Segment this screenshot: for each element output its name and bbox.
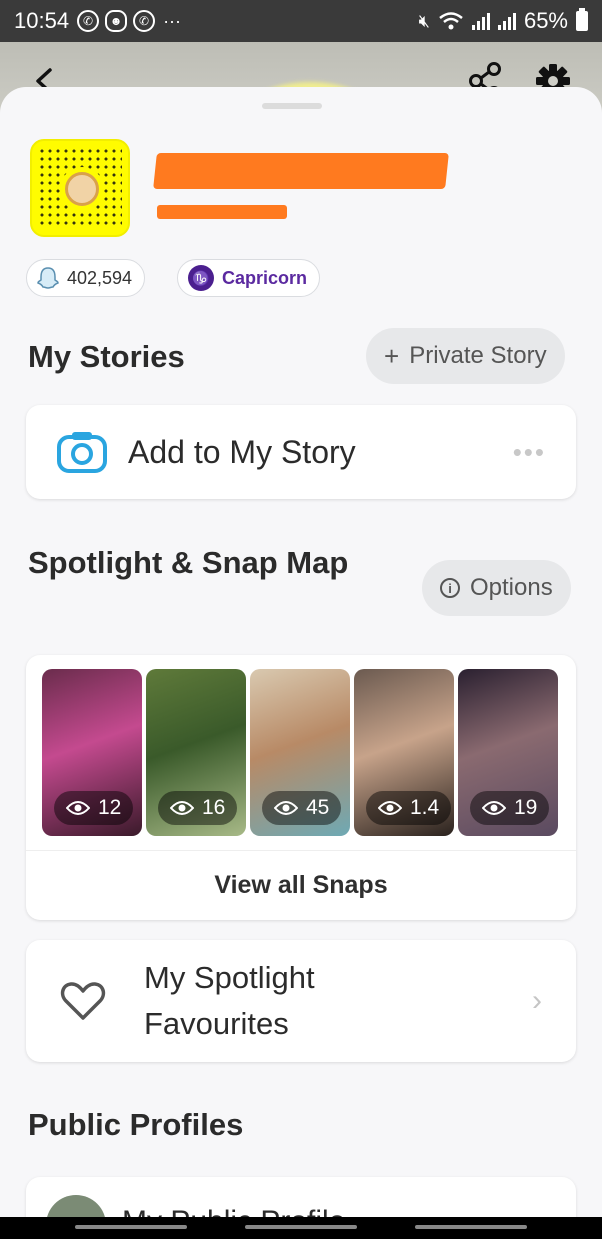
heart-icon <box>60 982 106 1020</box>
view-count-badge: 16 <box>158 791 238 825</box>
display-name-redacted <box>153 153 449 189</box>
eye-icon <box>274 801 298 815</box>
spotlight-thumbnail[interactable]: 45 <box>250 669 350 836</box>
drag-handle[interactable] <box>262 103 322 109</box>
view-count: 1.4 <box>410 796 440 819</box>
more-options-icon[interactable]: ••• <box>513 437 546 468</box>
battery-percent: 65% <box>523 8 568 33</box>
status-more-icon: ··· <box>163 10 182 31</box>
snapchat-icon: ☻ <box>105 10 128 32</box>
favourites-label-line2: Favourites <box>144 1006 289 1041</box>
system-nav-bar <box>0 1217 602 1239</box>
snap-score: 402,594 <box>67 267 133 288</box>
snap-score-pill[interactable]: 402,594 <box>26 259 146 297</box>
wifi-icon <box>439 12 463 30</box>
notification-icons: ✆ ☻ ✆ <box>77 10 156 32</box>
status-time: 10:54 <box>14 8 70 33</box>
eye-icon <box>170 801 194 815</box>
eye-icon <box>378 801 402 815</box>
nav-gesture-home[interactable] <box>245 1225 357 1229</box>
private-story-label: Private Story <box>409 342 547 369</box>
whatsapp-icon: ✆ <box>77 10 100 32</box>
my-stories-heading: My Stories <box>28 339 185 374</box>
capricorn-icon: ♑ <box>188 265 214 291</box>
add-to-my-story-button[interactable]: Add to My Story ••• <box>26 405 576 499</box>
view-count: 16 <box>202 796 226 819</box>
nav-gesture-left[interactable] <box>75 1225 187 1229</box>
zodiac-label: Capricorn <box>222 267 308 288</box>
status-bar: 10:54 ✆ ☻ ✆ ··· 🔇︎ 65% <box>0 0 602 42</box>
signal-icon <box>471 12 490 30</box>
spotlight-options-button[interactable]: i Options <box>422 560 571 616</box>
spotlight-thumbnail[interactable]: 1.4 <box>354 669 454 836</box>
private-story-button[interactable]: + Private Story <box>366 328 565 384</box>
public-profile-card[interactable]: My Public Profile <box>26 1177 576 1217</box>
mute-icon: 🔇︎ <box>418 10 430 31</box>
view-count: 12 <box>98 796 122 819</box>
view-count-badge: 12 <box>54 791 134 825</box>
options-label: Options <box>470 574 553 601</box>
public-profile-avatar <box>46 1195 106 1217</box>
add-to-my-story-label: Add to My Story <box>128 433 356 470</box>
whatsapp-icon: ✆ <box>133 10 156 32</box>
spotlight-favourites-button[interactable]: My Spotlight Favourites › <box>26 940 576 1062</box>
view-count-badge: 1.4 <box>366 791 452 825</box>
nav-gesture-right[interactable] <box>415 1225 527 1229</box>
view-all-snaps-button[interactable]: View all Snaps <box>26 850 576 920</box>
view-count: 19 <box>514 796 538 819</box>
favourites-label-line1: My Spotlight <box>144 959 315 995</box>
bitmoji-face <box>65 172 99 206</box>
ghost-icon <box>37 267 59 289</box>
camera-icon <box>57 432 107 473</box>
public-profiles-heading: Public Profiles <box>28 1107 244 1142</box>
view-count-badge: 19 <box>470 791 550 825</box>
spotlight-thumbnail[interactable]: 16 <box>146 669 246 836</box>
signal-icon <box>497 12 516 30</box>
zodiac-pill[interactable]: ♑ Capricorn <box>177 259 321 297</box>
chevron-right-icon: › <box>532 984 542 1017</box>
view-count: 45 <box>306 796 330 819</box>
spotlight-heading: Spotlight & Snap Map <box>28 545 349 580</box>
bitmoji-avatar <box>60 167 104 211</box>
username-redacted <box>157 205 287 219</box>
battery-icon <box>576 8 588 31</box>
plus-icon: + <box>384 340 400 371</box>
spotlight-card: 12 16 45 1.4 19 View all Snaps <box>26 655 576 920</box>
public-profile-label: My Public Profile <box>122 1205 345 1217</box>
snapcode[interactable] <box>30 139 130 237</box>
spotlight-thumbnail[interactable]: 19 <box>458 669 558 836</box>
spotlight-thumbnail[interactable]: 12 <box>42 669 142 836</box>
profile-sheet: 402,594 ♑ Capricorn My Stories + Private… <box>0 87 602 1217</box>
view-count-badge: 45 <box>262 791 342 825</box>
spotlight-thumbnails: 12 16 45 1.4 19 <box>42 669 558 836</box>
eye-icon <box>482 801 506 815</box>
eye-icon <box>66 801 90 815</box>
favourites-label: My Spotlight Favourites <box>144 955 315 1048</box>
info-icon: i <box>440 578 460 598</box>
